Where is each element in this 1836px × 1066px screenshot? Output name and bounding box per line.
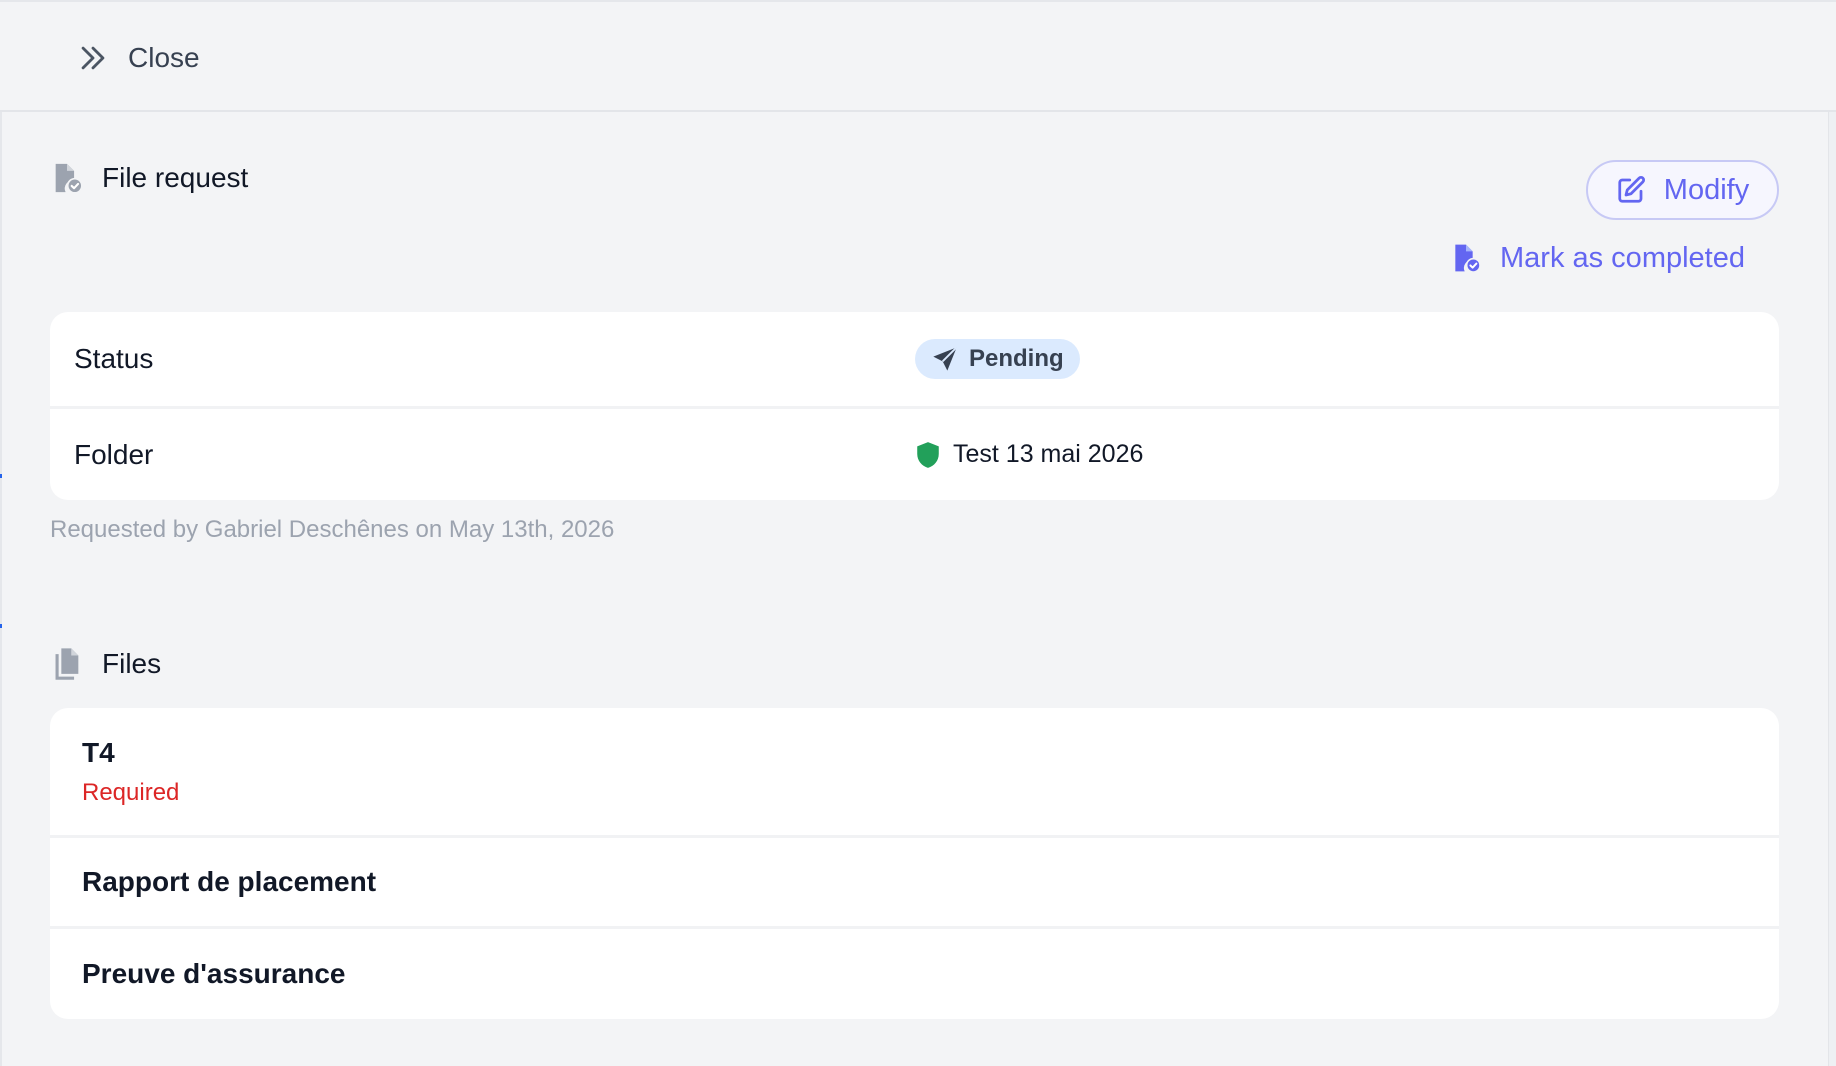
file-name: Rapport de placement [82,866,377,897]
requested-by-text: Requested by Gabriel Deschênes on May 13… [50,516,615,543]
panel-header: Close [0,0,1836,112]
paper-plane-icon [931,345,959,373]
status-value: Pending [915,339,1080,379]
left-edge-marker [0,624,2,628]
file-request-heading: File request [50,161,248,195]
file-name: Preuve d'assurance [82,958,346,989]
files-heading: Files [50,647,161,681]
files-card: T4 Required Rapport de placement Preuve … [50,708,1779,1019]
status-row: Status Pending [50,312,1779,409]
folder-value[interactable]: Test 13 mai 2026 [915,440,1143,469]
files-title: Files [102,648,162,679]
status-badge-label: Pending [969,345,1064,372]
status-badge: Pending [915,339,1080,379]
close-label: Close [128,42,200,73]
folder-row: Folder Test 13 mai 2026 [50,409,1779,500]
file-item[interactable]: Preuve d'assurance [50,929,1779,1019]
request-details-card: Status Pending Folder Test 13 mai 2026 [50,312,1779,500]
modify-label: Modify [1663,173,1750,206]
shield-icon [915,441,941,469]
edit-icon [1616,175,1646,205]
file-name: T4 [82,736,115,768]
mark-as-completed-label: Mark as completed [1500,241,1745,274]
modify-button[interactable]: Modify [1586,160,1779,220]
file-check-icon [50,161,84,195]
chevrons-right-icon [76,41,110,75]
left-edge-marker [0,474,2,478]
mark-as-completed-button[interactable]: Mark as completed [1450,238,1745,278]
folder-label: Folder [74,438,154,470]
file-check-icon [1450,242,1482,274]
scrollbar-track[interactable] [1828,112,1836,1066]
status-label: Status [74,343,154,374]
required-label: Required [82,778,180,806]
file-item[interactable]: Rapport de placement [50,838,1779,929]
panel-left-border [0,112,2,1066]
file-item[interactable]: T4 Required [50,708,1779,838]
documents-icon [50,647,84,681]
close-button[interactable]: Close [76,38,200,78]
folder-name: Test 13 mai 2026 [953,440,1144,468]
file-request-title: File request [102,162,249,193]
file-request-panel: Close File request Modify Mark as comple… [0,0,1836,1066]
